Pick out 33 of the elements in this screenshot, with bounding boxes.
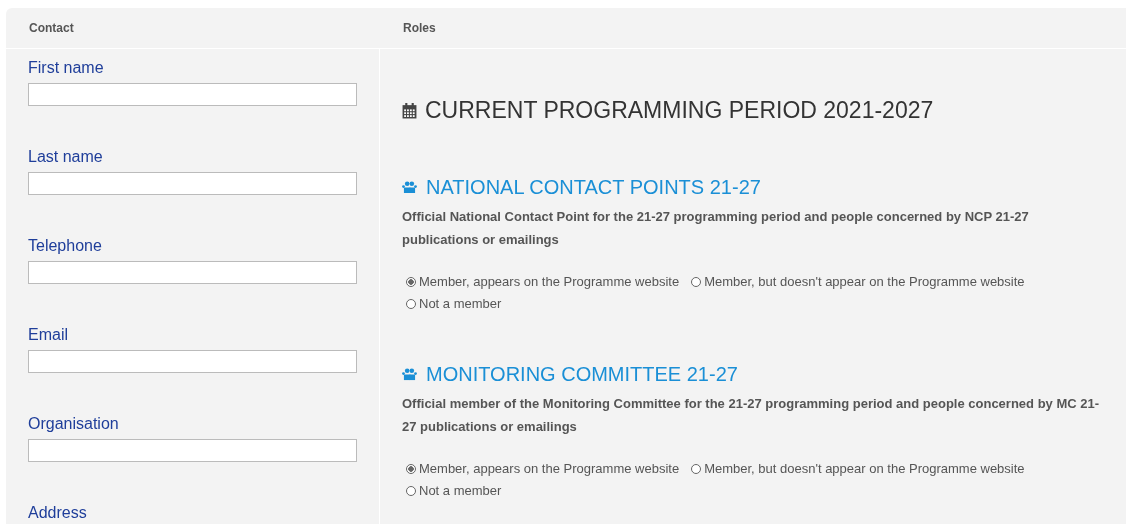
calendar-icon [402,102,417,119]
people-icon [402,368,417,381]
field-label: Telephone [28,237,102,255]
people-icon [402,181,417,194]
role-description: Official member of the Monitoring Committee for the 21-27 programming period and people concerned by MC 21-27 publications or emailings [402,395,1101,436]
input-field[interactable] [28,261,357,284]
role-description: Official National Contact Point for the 21-27 programming period and people concerned by NCP 21-27 publications or emailings [402,208,1030,249]
radio-button[interactable] [691,464,702,474]
radio-option[interactable]: Member, appears on the Programme website [402,458,680,480]
radio-button[interactable] [406,299,416,309]
radio-button[interactable] [406,464,416,474]
field-label: Last name [28,148,103,166]
input-field[interactable] [28,172,357,195]
field-label: Address [28,504,87,522]
field-label: First name [28,59,104,77]
input-field[interactable] [28,83,357,106]
radio-option[interactable]: Not a member [402,480,502,502]
radio-button[interactable] [406,486,416,496]
field-label: Organisation [28,415,119,433]
field-label: Email [28,326,68,344]
radio-option[interactable]: Member, but doesn't appear on the Programme website [687,271,1025,293]
column-header: Roles [402,21,436,35]
radio-button[interactable] [406,277,416,287]
radio-option[interactable]: Member, but doesn't appear on the Programme website [687,458,1025,480]
input-field[interactable] [28,439,357,462]
section-title: CURRENT PROGRAMMING PERIOD 2021-2027 [425,97,934,124]
role-title: MONITORING COMMITTEE 21-27 [426,363,738,386]
input-field[interactable] [28,350,357,373]
radio-option[interactable]: Not a member [402,293,502,315]
role-title: NATIONAL CONTACT POINTS 21-27 [426,176,761,199]
radio-option[interactable]: Member, appears on the Programme website [402,271,680,293]
radio-button[interactable] [691,277,702,287]
column-header: Contact [28,21,75,35]
